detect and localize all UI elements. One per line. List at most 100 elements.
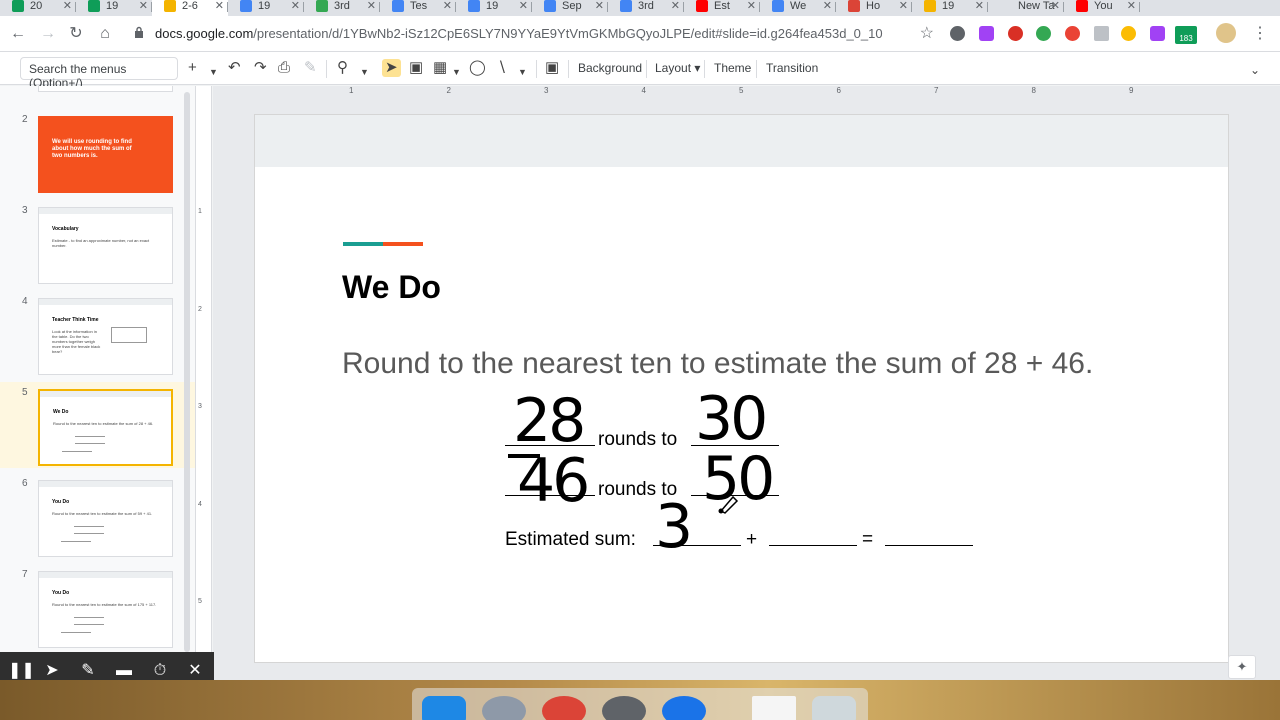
tab-close-icon[interactable]: ✕ [519, 0, 528, 12]
blank-line [885, 545, 973, 546]
extension-icon[interactable] [1121, 26, 1136, 41]
slide-5[interactable]: We Do Round to the nearest ten to estima… [254, 114, 1229, 663]
browser-tab[interactable]: Sep ✕ [532, 0, 608, 16]
tab-close-icon[interactable]: ✕ [291, 0, 300, 12]
forward-icon[interactable]: → [38, 24, 58, 44]
slide-thumbnail[interactable]: Vocabulary Estimate - to find an approxim… [38, 207, 173, 284]
tab-close-icon[interactable]: ✕ [671, 0, 680, 12]
tab-close-icon[interactable]: ✕ [595, 0, 604, 12]
browser-tab[interactable]: Tes ✕ [380, 0, 456, 16]
explore-icon[interactable]: ✦ [1228, 655, 1256, 679]
zoom-icon[interactable]: ⚲ [337, 59, 348, 77]
tab-close-icon[interactable]: ✕ [1127, 0, 1136, 12]
chevron-down-icon[interactable]: ▼ [209, 63, 218, 81]
tab-close-icon[interactable]: ✕ [63, 0, 72, 12]
home-icon[interactable]: ⌂ [95, 24, 115, 44]
browser-tab[interactable]: 3rd ✕ [608, 0, 684, 16]
trash-icon[interactable] [812, 696, 856, 720]
lock-icon [135, 26, 143, 38]
adblock-extension-icon[interactable] [1008, 26, 1023, 41]
tab-favicon-icon [848, 0, 860, 12]
browser-tab[interactable]: New Ta ✕ [988, 0, 1064, 16]
menu-dots-icon[interactable]: ⋮ [1250, 24, 1270, 44]
new-slide-icon[interactable]: + [188, 59, 197, 77]
extension-icon[interactable] [1094, 26, 1109, 41]
tab-close-icon[interactable]: ✕ [823, 0, 832, 12]
browser-tab[interactable]: 2-6 ✕ [152, 0, 228, 16]
slide-thumbnail-1[interactable] [38, 86, 173, 92]
timer-icon[interactable]: ⏱ [150, 661, 170, 681]
toolbar-divider [756, 60, 757, 78]
browser-tab[interactable]: Ho ✕ [836, 0, 912, 16]
layout-button[interactable]: Layout ▾ [655, 61, 700, 75]
finder-icon[interactable] [422, 696, 466, 720]
browser-tab[interactable]: 20 ✕ [0, 0, 76, 16]
browser-tab[interactable]: 19 ✕ [76, 0, 152, 16]
menu-search-input[interactable]: Search the menus (Option+/) [20, 57, 178, 90]
system-preferences-icon[interactable] [602, 696, 646, 720]
textbox-icon[interactable]: ▣ [409, 59, 423, 77]
select-pointer-icon[interactable]: ➤ [382, 59, 401, 77]
browser-tab[interactable]: You ✕ [1064, 0, 1140, 16]
browser-tab[interactable]: 19 ✕ [912, 0, 988, 16]
slide-prompt[interactable]: Round to the nearest ten to estimate the… [342, 347, 1093, 381]
paint-format-icon[interactable]: ✎ [304, 59, 317, 77]
tab-close-icon[interactable]: ✕ [975, 0, 984, 12]
tab-close-icon[interactable]: ✕ [1051, 0, 1060, 12]
tab-close-icon[interactable]: ✕ [747, 0, 756, 12]
print-icon[interactable]: ⎙ [278, 59, 290, 77]
undo-icon[interactable]: ↶ [228, 59, 241, 77]
tab-close-icon[interactable]: ✕ [443, 0, 452, 12]
avatar[interactable] [1216, 23, 1236, 43]
browser-tab[interactable]: 3rd ✕ [304, 0, 380, 16]
redo-icon[interactable]: ↷ [254, 59, 267, 77]
slide-thumbnail[interactable]: We Do Round to the nearest ten to estimat… [38, 389, 173, 466]
tab-favicon-icon [544, 0, 556, 12]
extension-icon[interactable] [1065, 26, 1080, 41]
shape-icon[interactable]: ◯ [469, 59, 486, 77]
filmstrip-scrollbar[interactable] [184, 92, 190, 652]
theme-button[interactable]: Theme [714, 61, 751, 75]
bookmark-star-icon[interactable]: ☆ [920, 23, 934, 43]
slide-thumbnail[interactable]: We will use rounding to find about how m… [38, 116, 173, 193]
browser-tab[interactable]: We ✕ [760, 0, 836, 16]
slide-thumbnail[interactable]: You Do Round to the nearest ten to estima… [38, 571, 173, 648]
background-button[interactable]: Background [578, 61, 642, 75]
slide-thumbnail[interactable]: You Do Round to the nearest ten to estima… [38, 480, 173, 557]
slide-thumbnail[interactable]: Teacher Think Time Look at the informatio… [38, 298, 173, 375]
tab-close-icon[interactable]: ✕ [139, 0, 148, 12]
close-icon[interactable]: ✕ [185, 661, 205, 681]
back-icon[interactable]: ← [8, 24, 28, 44]
pen-icon[interactable]: ✎ [78, 661, 98, 681]
address-bar[interactable]: docs.google.com/presentation/d/1YBwNb2-i… [126, 21, 946, 47]
pinterest-extension-icon[interactable] [950, 26, 965, 41]
image-icon[interactable]: ▦ [433, 59, 447, 77]
browser-tab[interactable]: 19 ✕ [228, 0, 304, 16]
tab-favicon-icon [1076, 0, 1088, 12]
tab-close-icon[interactable]: ✕ [367, 0, 376, 12]
collapse-chevron-icon[interactable]: ⌄ [1250, 61, 1260, 79]
extension-icon[interactable] [979, 26, 994, 41]
extension-icon[interactable] [1036, 26, 1051, 41]
eraser-icon[interactable]: ▬ [114, 661, 134, 681]
reload-icon[interactable]: ↻ [66, 24, 86, 44]
app-icon[interactable] [662, 696, 706, 720]
tab-close-icon[interactable]: ✕ [215, 0, 224, 12]
chevron-down-icon[interactable]: ▼ [518, 63, 527, 81]
comment-icon[interactable]: ▣ [545, 59, 559, 77]
chevron-down-icon[interactable]: ▼ [452, 63, 461, 81]
sheets-extension-badge[interactable]: 183 [1175, 26, 1197, 44]
slide-title[interactable]: We Do [342, 269, 441, 306]
pause-icon[interactable]: ❚❚ [8, 661, 35, 681]
document-preview-icon[interactable] [752, 696, 796, 720]
pointer-icon[interactable]: ➤ [42, 661, 62, 681]
browser-tab[interactable]: Est ✕ [684, 0, 760, 16]
browser-tab[interactable]: 19 ✕ [456, 0, 532, 16]
extension-icon[interactable] [1150, 26, 1165, 41]
tab-close-icon[interactable]: ✕ [899, 0, 908, 12]
transition-button[interactable]: Transition [766, 61, 818, 75]
chrome-icon[interactable] [542, 696, 586, 720]
line-icon[interactable]: ∖ [497, 59, 507, 77]
chevron-down-icon[interactable]: ▼ [360, 63, 369, 81]
launchpad-icon[interactable] [482, 696, 526, 720]
